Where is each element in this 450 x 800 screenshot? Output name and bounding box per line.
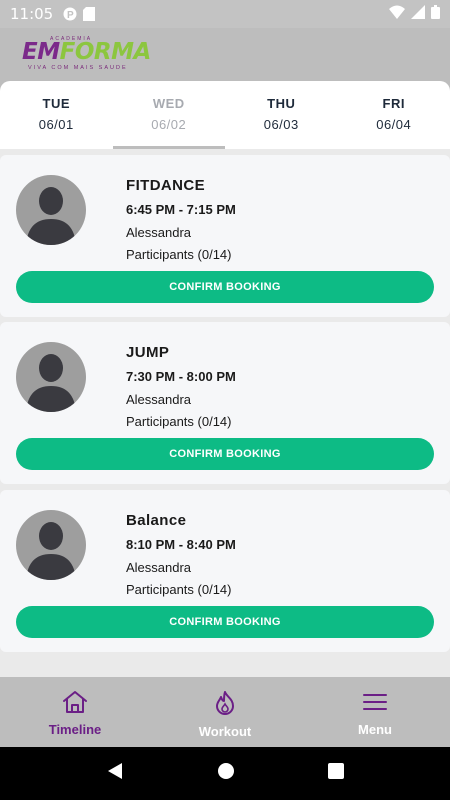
class-name: Balance (126, 512, 187, 529)
day-name: THU (267, 96, 296, 111)
confirm-booking-button[interactable]: CONFIRM BOOKING (16, 606, 434, 638)
class-card: FITDANCE 6:45 PM - 7:15 PM Alessandra Pa… (0, 155, 450, 317)
day-name: FRI (382, 96, 405, 111)
day-date: 06/01 (38, 117, 74, 132)
class-participants: Participants (0/14) (126, 247, 232, 262)
logo-em: EM (22, 39, 60, 65)
menu-icon (362, 690, 388, 719)
status-bar: 11:05 P (0, 0, 450, 28)
bottom-nav: Timeline Workout Menu (0, 677, 450, 747)
logo-forma: FORMA (59, 39, 152, 65)
nav-label: Timeline (48, 722, 102, 737)
day-tab-fri[interactable]: FRI 06/04 (338, 81, 450, 149)
battery-icon (431, 5, 440, 23)
app-header: ACADEMIA EMFORMA VIVA COM MAIS SAUDE (0, 28, 450, 80)
day-name: TUE (42, 96, 70, 111)
day-name: WED (152, 96, 185, 111)
class-trainer: Alessandra (126, 225, 192, 240)
confirm-booking-button[interactable]: CONFIRM BOOKING (16, 271, 434, 303)
nav-label: Menu (358, 722, 392, 737)
trainer-avatar (16, 342, 86, 412)
class-name: JUMP (126, 344, 170, 361)
class-time: 6:45 PM - 7:15 PM (126, 202, 236, 217)
class-trainer: Alessandra (126, 560, 192, 575)
back-icon[interactable] (106, 762, 124, 785)
nav-label: Workout (198, 724, 252, 739)
class-trainer: Alessandra (126, 392, 192, 407)
home-icon (62, 690, 88, 719)
class-list[interactable]: FITDANCE 6:45 PM - 7:15 PM Alessandra Pa… (0, 149, 450, 677)
class-time: 7:30 PM - 8:00 PM (126, 369, 236, 384)
day-date: 06/03 (263, 117, 299, 132)
wifi-icon (389, 5, 405, 23)
cell-signal-icon (411, 5, 425, 23)
nav-item-workout[interactable]: Workout (150, 677, 300, 747)
nav-item-menu[interactable]: Menu (300, 677, 450, 747)
logo-wordmark: EMFORMA (22, 39, 151, 65)
system-nav-bar (0, 747, 450, 800)
confirm-booking-button[interactable]: CONFIRM BOOKING (16, 438, 434, 470)
class-participants: Participants (0/14) (126, 414, 232, 429)
notification-icon: P (63, 7, 77, 21)
status-time: 11:05 (10, 5, 54, 23)
home-circle-icon[interactable] (217, 762, 235, 785)
day-tab-wed[interactable]: WED 06/02 (112, 81, 226, 149)
day-date: 06/02 (151, 117, 187, 132)
svg-text:P: P (67, 10, 74, 21)
flame-icon (214, 690, 236, 721)
brand-logo: ACADEMIA EMFORMA VIVA COM MAIS SAUDE (22, 36, 151, 74)
day-tab-tue[interactable]: TUE 06/01 (0, 81, 113, 149)
trainer-avatar (16, 510, 86, 580)
recents-icon[interactable] (327, 763, 344, 784)
class-participants: Participants (0/14) (126, 582, 232, 597)
day-tab-thu[interactable]: THU 06/03 (225, 81, 338, 149)
day-tabs: TUE 06/01 WED 06/02 THU 06/03 FRI 06/04 (0, 81, 450, 149)
nav-item-timeline[interactable]: Timeline (0, 677, 150, 747)
day-date: 06/04 (376, 117, 412, 132)
trainer-avatar (16, 175, 86, 245)
class-time: 8:10 PM - 8:40 PM (126, 537, 236, 552)
class-card: JUMP 7:30 PM - 8:00 PM Alessandra Partic… (0, 322, 450, 484)
class-card: Balance 8:10 PM - 8:40 PM Alessandra Par… (0, 490, 450, 652)
sd-card-icon (83, 7, 97, 21)
logo-tagline: VIVA COM MAIS SAUDE (28, 65, 128, 71)
class-name: FITDANCE (126, 177, 206, 194)
